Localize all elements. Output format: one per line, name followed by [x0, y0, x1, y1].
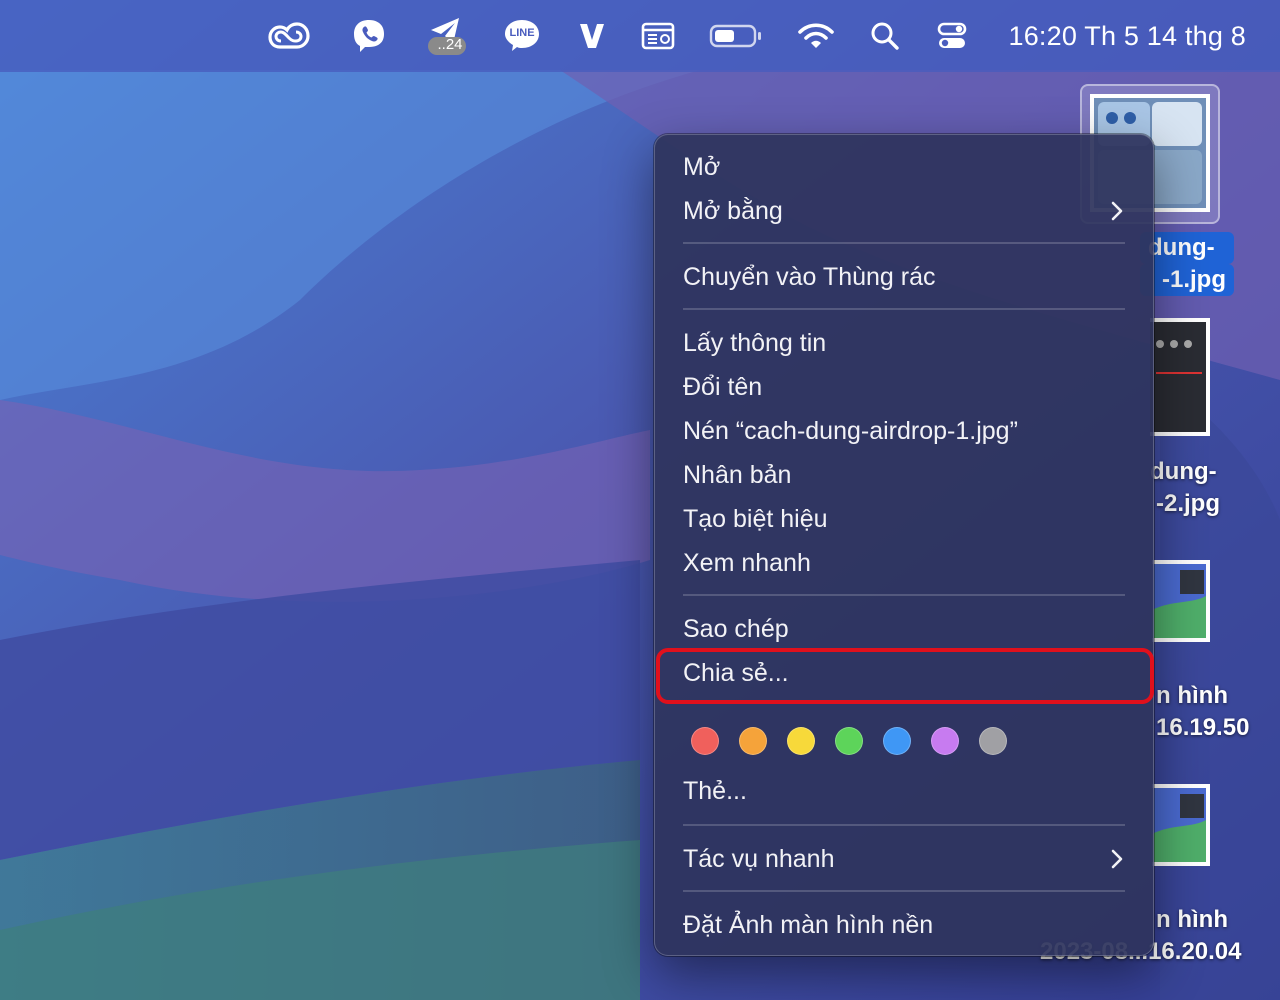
menu-item-quick-look[interactable]: Xem nhanh: [655, 541, 1153, 585]
tag-blue-button[interactable]: [883, 727, 911, 755]
tag-purple-button[interactable]: [931, 727, 959, 755]
file-label[interactable]: 16.19.50: [1156, 712, 1249, 744]
file-label[interactable]: dung-: [1150, 456, 1217, 488]
telegram-badge: ..24: [437, 36, 463, 53]
menu-item-set-desktop-picture[interactable]: Đặt Ảnh màn hình nền: [655, 903, 1153, 947]
file-label[interactable]: n hình: [1156, 680, 1228, 712]
menu-item-make-alias[interactable]: Tạo biệt hiệu: [655, 497, 1153, 541]
menu-item-duplicate[interactable]: Nhân bản: [655, 453, 1153, 497]
search-icon[interactable]: [863, 14, 907, 58]
viber-icon[interactable]: [347, 14, 391, 58]
menu-item-label: Tác vụ nhanh: [683, 845, 835, 873]
menu-separator: [683, 308, 1125, 310]
menu-bar: ..24 LINE 16:20 Th 5 14 thg 8: [0, 0, 1280, 72]
menu-item-label: Mở bằng: [683, 197, 783, 225]
telegram-icon[interactable]: ..24: [425, 14, 471, 58]
menu-item-copy[interactable]: Sao chép: [655, 607, 1153, 651]
menu-separator: [683, 242, 1125, 244]
file-thumbnail: [1152, 560, 1210, 642]
context-menu: Mở Mở bằng Chuyển vào Thùng rác Lấy thôn…: [654, 134, 1154, 956]
menu-separator: [683, 824, 1125, 826]
line-icon[interactable]: LINE: [500, 14, 544, 58]
chevron-right-icon: [1111, 201, 1123, 221]
menu-separator: [683, 594, 1125, 596]
menu-item-open-with[interactable]: Mở bằng: [655, 189, 1153, 233]
menu-item-compress[interactable]: Nén “cach-dung-airdrop-1.jpg”: [655, 409, 1153, 453]
v-app-icon[interactable]: [570, 14, 614, 58]
menu-item-tags[interactable]: Thẻ...: [655, 769, 1153, 813]
menu-item-quick-actions[interactable]: Tác vụ nhanh: [655, 837, 1153, 881]
file-label[interactable]: dung-: [1140, 232, 1234, 264]
menu-item-share[interactable]: Chia sẻ...: [655, 651, 1153, 695]
menu-item-move-to-trash[interactable]: Chuyển vào Thùng rác: [655, 255, 1153, 299]
wifi-icon[interactable]: [794, 14, 838, 58]
menu-bar-clock[interactable]: 16:20 Th 5 14 thg 8: [1009, 18, 1247, 54]
file-thumbnail: [1150, 318, 1210, 436]
tag-red-button[interactable]: [691, 727, 719, 755]
file-label[interactable]: -2.jpg: [1156, 488, 1220, 520]
tag-gray-button[interactable]: [979, 727, 1007, 755]
creative-cloud-icon[interactable]: [267, 14, 311, 58]
keyboard-shortcut-icon[interactable]: [636, 14, 680, 58]
tag-orange-button[interactable]: [739, 727, 767, 755]
tag-green-button[interactable]: [835, 727, 863, 755]
file-thumbnail: [1152, 784, 1210, 866]
control-center-icon[interactable]: [930, 14, 974, 58]
file-label[interactable]: n hình: [1156, 904, 1228, 936]
menu-separator: [683, 890, 1125, 892]
tag-color-row: [691, 725, 1051, 757]
battery-icon[interactable]: [708, 14, 764, 58]
file-label[interactable]: -1.jpg: [1140, 264, 1234, 296]
chevron-right-icon: [1111, 849, 1123, 869]
menu-item-rename[interactable]: Đổi tên: [655, 365, 1153, 409]
tag-yellow-button[interactable]: [787, 727, 815, 755]
menu-item-get-info[interactable]: Lấy thông tin: [655, 321, 1153, 365]
menu-item-open[interactable]: Mở: [655, 145, 1153, 189]
line-label: LINE: [509, 27, 535, 39]
